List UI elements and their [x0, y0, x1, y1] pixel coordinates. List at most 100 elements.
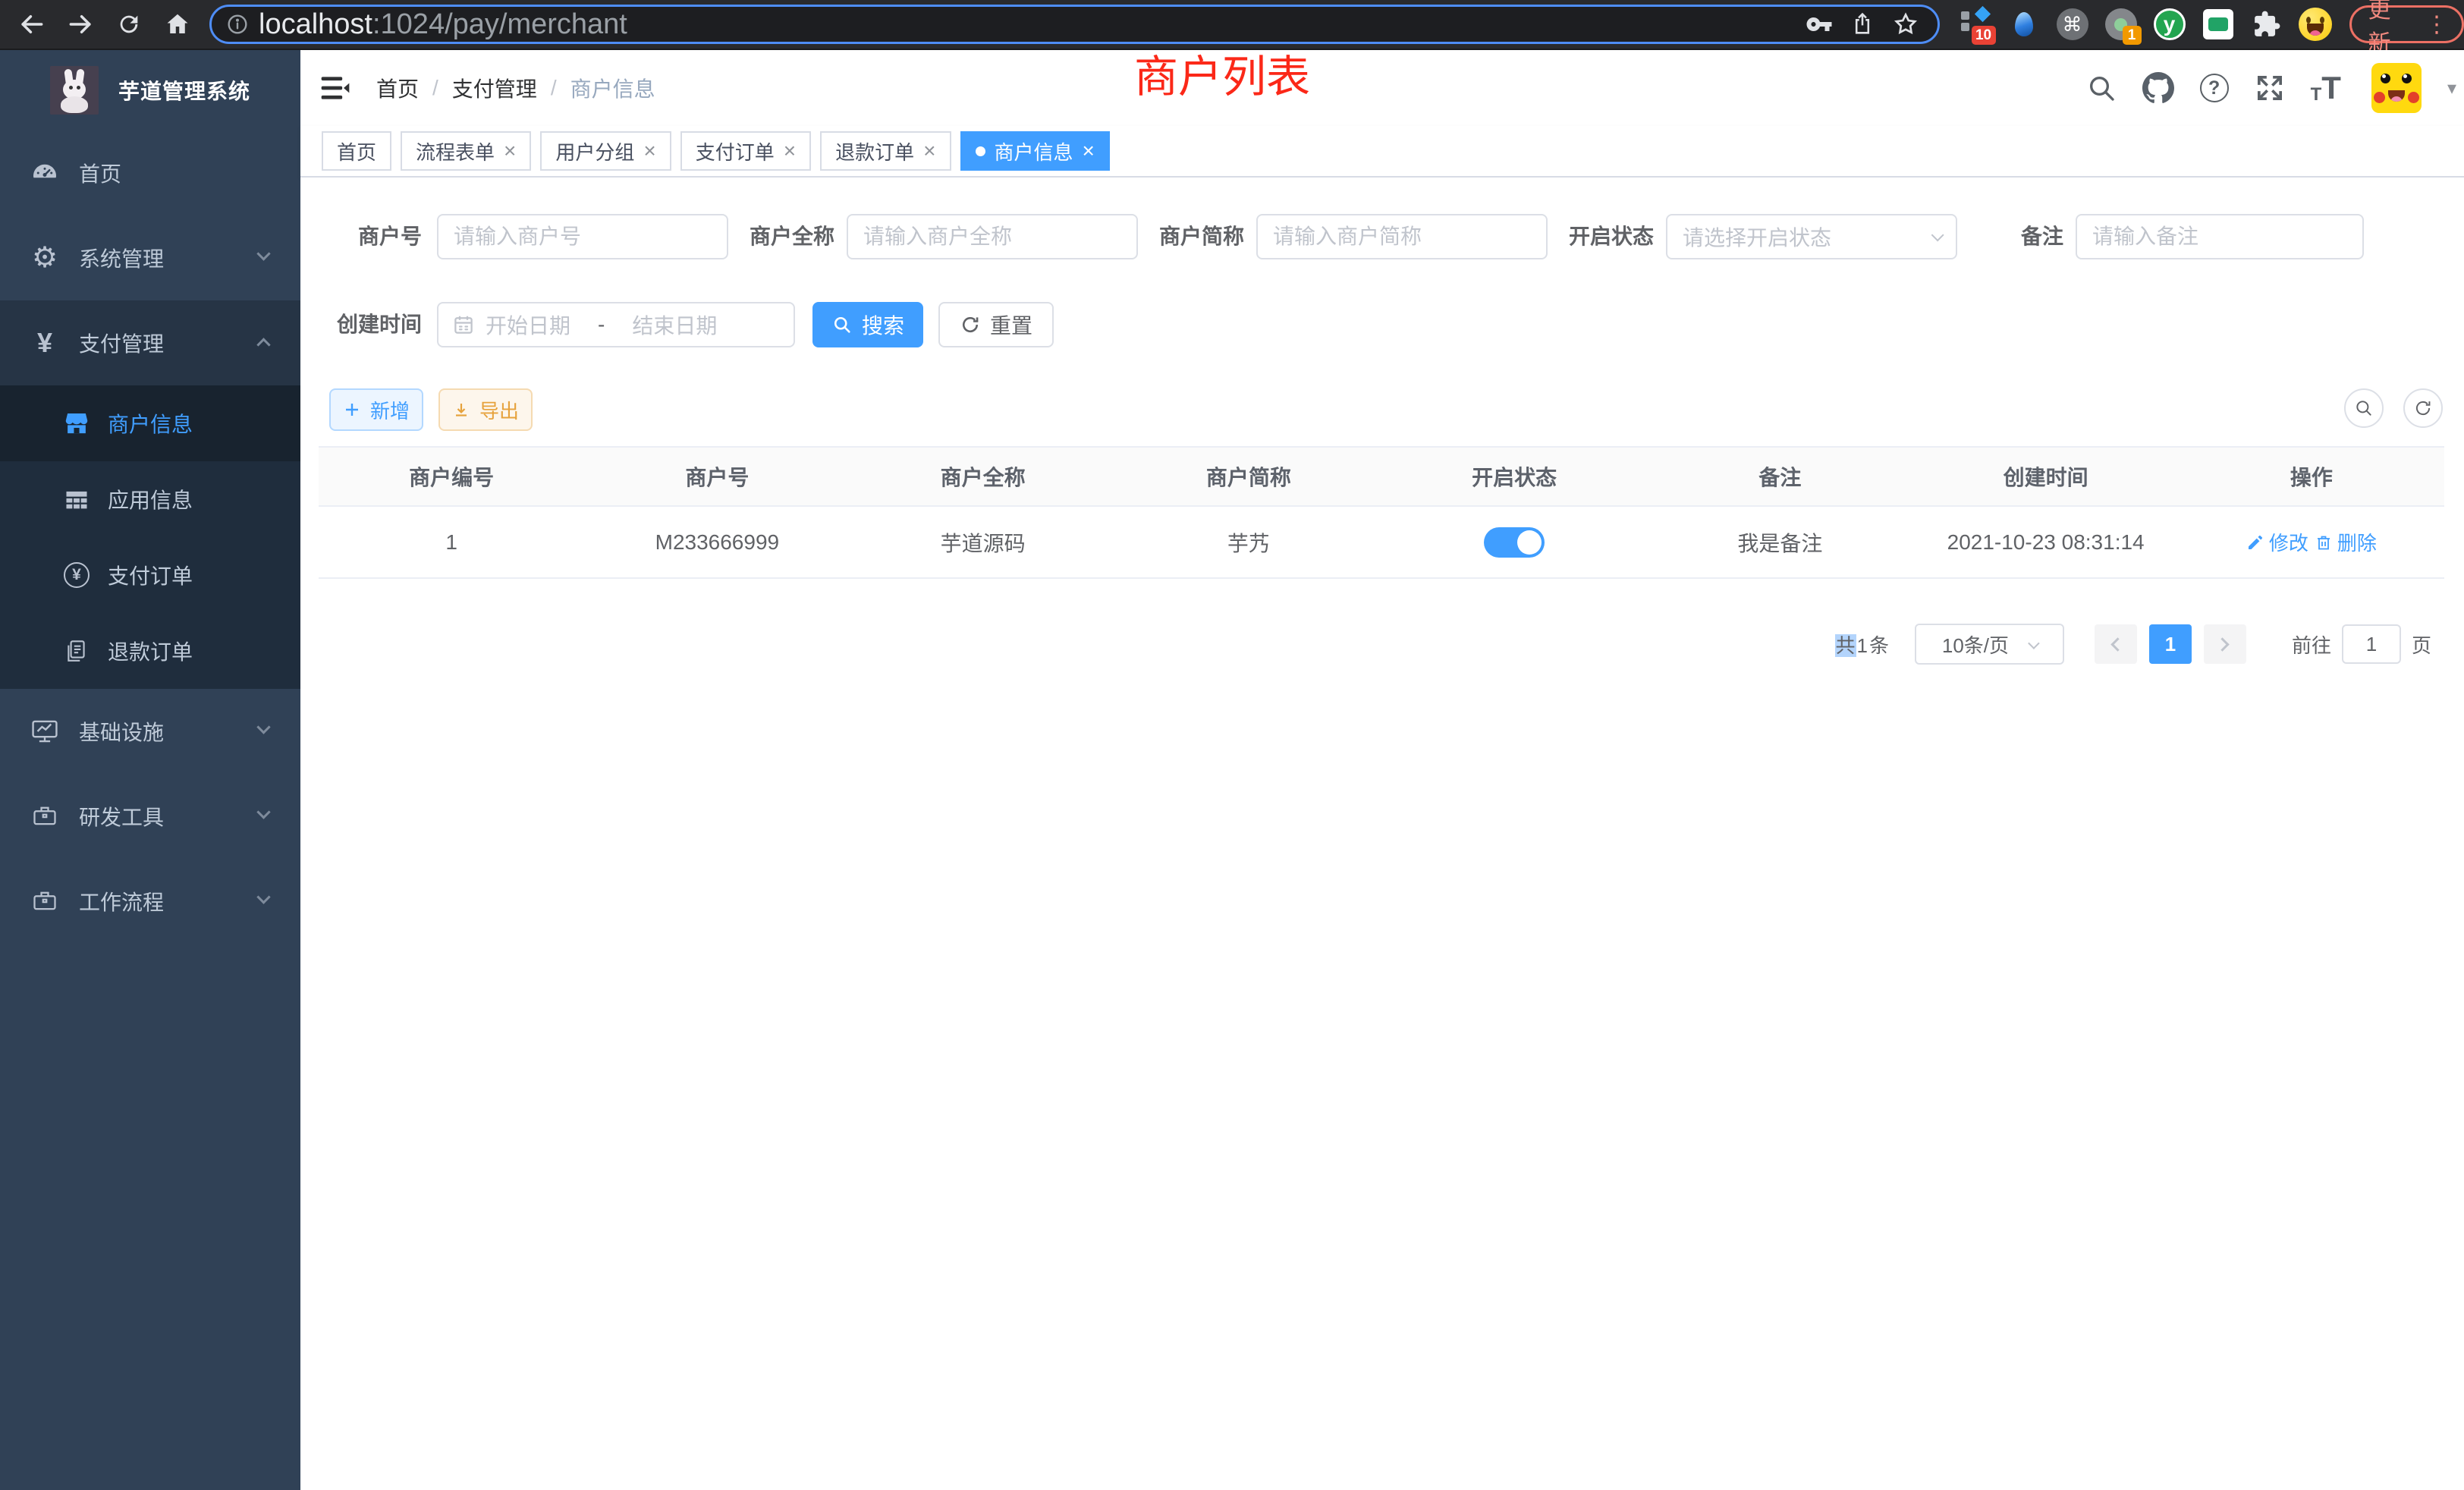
breadcrumb: 首页 / 支付管理 / 商户信息: [376, 73, 655, 103]
browser-menu-dots-icon[interactable]: ⋮: [2425, 11, 2448, 38]
browser-back-button[interactable]: [11, 3, 53, 46]
end-date-placeholder: 结束日期: [632, 310, 717, 340]
sidebar-item-dev-tools[interactable]: 研发工具: [0, 774, 300, 859]
sidebar-item-label: 工作流程: [79, 886, 164, 916]
merchant-no-input[interactable]: [437, 214, 728, 259]
extensions-puzzle-icon[interactable]: [2249, 5, 2284, 43]
tab-pay-order[interactable]: 支付订单 ×: [680, 131, 811, 171]
close-icon[interactable]: ×: [643, 140, 655, 162]
extensions-row: 10 ⌘ 1 y: [1958, 5, 2333, 43]
font-size-icon[interactable]: TT: [2311, 72, 2341, 104]
extension-chat-icon[interactable]: [2201, 5, 2236, 43]
password-key-icon[interactable]: [1806, 11, 1833, 38]
sidebar-item-label: 应用信息: [108, 484, 193, 514]
create-time-range-picker[interactable]: 开始日期 - 结束日期: [437, 302, 795, 347]
merchant-no-label: 商户号: [319, 214, 422, 259]
extension-grid-icon[interactable]: 10: [1958, 5, 1993, 43]
forward-arrow-icon: [66, 10, 95, 39]
refresh-table-button[interactable]: [2403, 388, 2443, 428]
page-size-select[interactable]: 10条/页: [1915, 624, 2064, 665]
chevron-down-icon: [256, 805, 270, 819]
prev-page-button[interactable]: [2095, 624, 2137, 664]
close-icon[interactable]: ×: [923, 140, 935, 162]
help-icon[interactable]: ?: [2200, 74, 2229, 102]
delete-link[interactable]: 删除: [2315, 528, 2377, 556]
tab-refund-order[interactable]: 退款订单 ×: [820, 131, 951, 171]
cell-full-name: 芋道源码: [850, 527, 1116, 558]
close-icon[interactable]: ×: [784, 140, 796, 162]
tab-merchant-info[interactable]: 商户信息 ×: [960, 131, 1110, 171]
chevron-down-icon: [256, 247, 270, 260]
pagination: 共1条 10条/页 1 前往 页: [1835, 624, 2431, 665]
sidebar-item-refund-order[interactable]: 退款订单: [0, 613, 300, 689]
search-icon: [831, 314, 853, 335]
monitor-chart-icon: [27, 717, 62, 746]
page-number-1[interactable]: 1: [2149, 624, 2192, 664]
sidebar-collapse-toggle[interactable]: [319, 71, 352, 105]
goto-page-input[interactable]: [2342, 624, 2401, 664]
sidebar-item-app-info[interactable]: 应用信息: [0, 461, 300, 537]
browser-profile-avatar[interactable]: [2298, 5, 2333, 43]
cell-merchant-id: 1: [319, 530, 584, 555]
edit-link[interactable]: 修改: [2246, 528, 2308, 556]
fullscreen-icon[interactable]: [2255, 73, 2285, 103]
merchant-table: 商户编号 商户号 商户全称 商户简称 开启状态 备注 创建时间 操作 1 M23…: [319, 446, 2444, 579]
table-header-row: 商户编号 商户号 商户全称 商户简称 开启状态 备注 创建时间 操作: [319, 446, 2444, 507]
close-icon[interactable]: ×: [1083, 140, 1095, 162]
search-button[interactable]: 搜索: [812, 302, 923, 347]
browser-home-button[interactable]: [156, 3, 199, 46]
sidebar-item-home[interactable]: 首页: [0, 130, 300, 215]
tags-view: 首页 流程表单 × 用户分组 × 支付订单 × 退款订单 × 商户信息 ×: [300, 126, 2464, 178]
annotation-merchant-list-title: 商户列表: [1134, 53, 1310, 102]
reset-button[interactable]: 重置: [938, 302, 1054, 347]
browser-toolbar: localhost:1024/pay/merchant 10 ⌘ 1 y: [0, 0, 2464, 50]
sidebar-item-payment[interactable]: ¥ 支付管理: [0, 300, 300, 385]
header-search-icon[interactable]: [2086, 73, 2117, 103]
next-page-button[interactable]: [2204, 624, 2246, 664]
back-arrow-icon: [17, 10, 46, 39]
status-toggle[interactable]: [1484, 527, 1545, 558]
app-logo-row[interactable]: 芋道管理系统: [0, 50, 300, 130]
breadcrumb-payment[interactable]: 支付管理: [452, 73, 537, 103]
user-avatar[interactable]: [2371, 63, 2422, 113]
document-icon: [59, 638, 94, 664]
app-logo-rabbit: [50, 66, 99, 115]
github-icon[interactable]: [2142, 72, 2174, 104]
site-info-icon[interactable]: [225, 12, 250, 36]
cell-remark: 我是备注: [1647, 527, 1912, 558]
sidebar-item-infra[interactable]: 基础设施: [0, 689, 300, 774]
close-icon[interactable]: ×: [504, 140, 516, 162]
extension-y-icon[interactable]: y: [2152, 5, 2187, 43]
export-button[interactable]: 导出: [438, 388, 533, 431]
breadcrumb-home[interactable]: 首页: [376, 73, 419, 103]
show-search-toggle-button[interactable]: [2344, 388, 2384, 428]
remark-input[interactable]: [2076, 214, 2364, 259]
sidebar-item-system[interactable]: ⚙ 系统管理: [0, 215, 300, 300]
browser-forward-button[interactable]: [59, 3, 102, 46]
short-name-input[interactable]: [1256, 214, 1548, 259]
tab-user-group[interactable]: 用户分组 ×: [540, 131, 671, 171]
full-name-label: 商户全称: [740, 214, 834, 259]
status-label: 开启状态: [1560, 214, 1654, 259]
extension-vimium-icon[interactable]: [2007, 5, 2041, 43]
sidebar-item-merchant-info[interactable]: 商户信息: [0, 385, 300, 461]
full-name-input[interactable]: [847, 214, 1138, 259]
chevron-down-icon: [2028, 637, 2040, 649]
sidebar-item-pay-order[interactable]: ¥ 支付订单: [0, 537, 300, 613]
tab-process-form[interactable]: 流程表单 ×: [401, 131, 531, 171]
refresh-icon: [2413, 398, 2433, 418]
sidebar-item-workflow[interactable]: 工作流程: [0, 859, 300, 944]
address-bar[interactable]: localhost:1024/pay/merchant: [209, 5, 1940, 44]
share-icon[interactable]: [1850, 11, 1875, 37]
bookmark-star-icon[interactable]: [1892, 11, 1919, 38]
browser-update-button[interactable]: 更新 ⋮: [2349, 5, 2464, 43]
chevron-up-icon: [256, 338, 270, 351]
status-select[interactable]: 请选择开启状态: [1666, 214, 1957, 259]
add-button[interactable]: 新增: [329, 388, 423, 431]
extension-status-icon[interactable]: 1: [2104, 5, 2139, 43]
tab-home[interactable]: 首页: [322, 131, 391, 171]
edit-pencil-icon: [2246, 533, 2264, 552]
extension-command-icon[interactable]: ⌘: [2055, 5, 2090, 43]
caret-down-icon[interactable]: ▾: [2447, 77, 2456, 99]
browser-reload-button[interactable]: [108, 3, 150, 46]
